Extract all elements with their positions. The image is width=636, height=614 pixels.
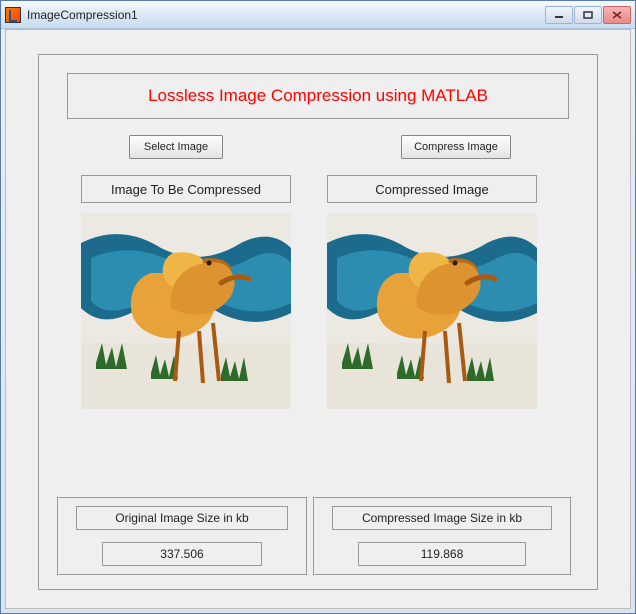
original-image-display bbox=[81, 213, 291, 409]
titlebar[interactable]: ImageCompression1 bbox=[1, 1, 635, 29]
matlab-icon bbox=[5, 7, 21, 23]
original-image-label: Image To Be Compressed bbox=[81, 175, 291, 203]
bird-painting-icon bbox=[327, 213, 537, 409]
compressed-size-label: Compressed Image Size in kb bbox=[332, 506, 552, 530]
main-panel: Lossless Image Compression using MATLAB … bbox=[38, 54, 598, 590]
window-controls bbox=[545, 6, 631, 24]
compress-image-button[interactable]: Compress Image bbox=[401, 135, 511, 159]
compressed-size-value: 119.868 bbox=[358, 542, 526, 566]
minimize-icon bbox=[554, 11, 564, 19]
compressed-image-label: Compressed Image bbox=[327, 175, 537, 203]
close-button[interactable] bbox=[603, 6, 631, 24]
client-area: Lossless Image Compression using MATLAB … bbox=[5, 29, 631, 609]
maximize-button[interactable] bbox=[574, 6, 602, 24]
original-size-value: 337.506 bbox=[102, 542, 262, 566]
compressed-image-display bbox=[327, 213, 537, 409]
original-size-group: Original Image Size in kb 337.506 bbox=[57, 497, 307, 575]
bird-painting-icon bbox=[81, 213, 291, 409]
app-title: Lossless Image Compression using MATLAB bbox=[67, 73, 569, 119]
original-size-label: Original Image Size in kb bbox=[76, 506, 288, 530]
close-icon bbox=[612, 11, 622, 19]
maximize-icon bbox=[583, 11, 593, 19]
minimize-button[interactable] bbox=[545, 6, 573, 24]
select-image-button[interactable]: Select Image bbox=[129, 135, 223, 159]
app-window: ImageCompression1 Lossless Image Compres… bbox=[0, 0, 636, 614]
window-title: ImageCompression1 bbox=[27, 8, 545, 22]
compressed-size-group: Compressed Image Size in kb 119.868 bbox=[313, 497, 571, 575]
button-row: Select Image Compress Image bbox=[39, 135, 597, 163]
